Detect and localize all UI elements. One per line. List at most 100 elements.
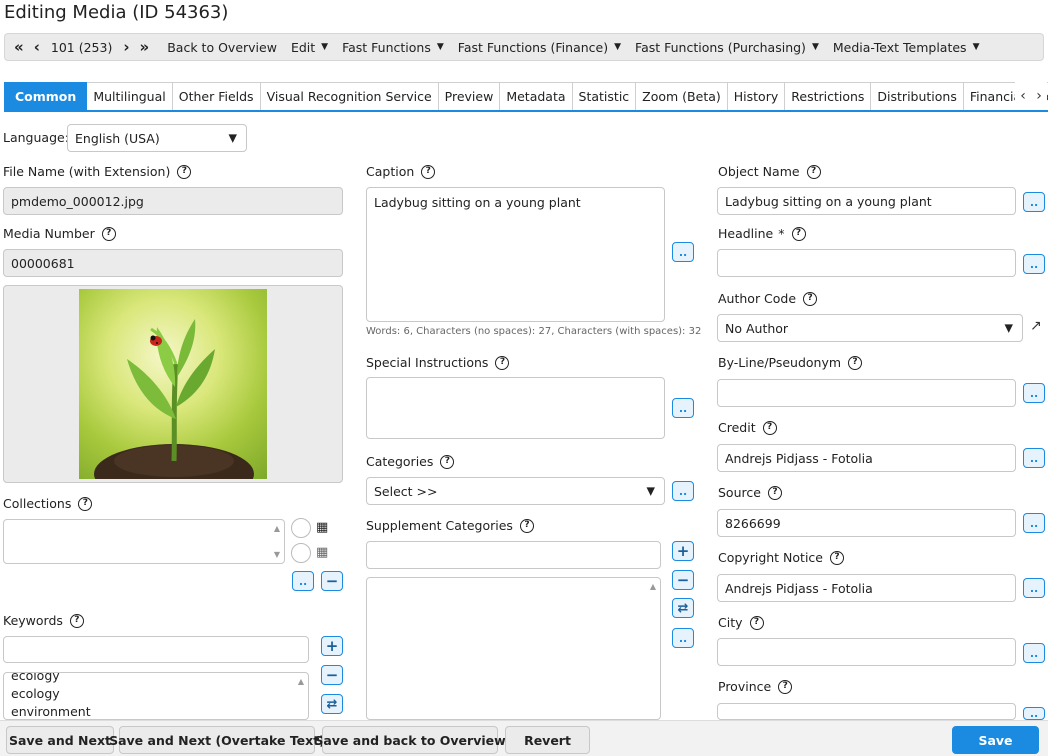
media-text-templates-menu[interactable]: Media-Text Templates ▼: [826, 34, 987, 60]
last-record-button[interactable]: »: [135, 34, 155, 60]
collection-mode-radio-partial[interactable]: [291, 543, 311, 563]
scroll-up-icon[interactable]: ▲: [298, 677, 304, 686]
object-name-browse-button[interactable]: ..: [1023, 192, 1045, 212]
scroll-up-icon[interactable]: ▲: [650, 582, 656, 591]
help-icon[interactable]: ?: [762, 420, 777, 435]
city-browse-button[interactable]: ..: [1023, 643, 1045, 663]
save-button[interactable]: Save: [952, 726, 1039, 754]
collections-remove-button[interactable]: −: [321, 571, 343, 591]
source-field[interactable]: 8266699: [717, 509, 1016, 537]
city-field[interactable]: [717, 638, 1016, 666]
scroll-down-icon[interactable]: ▼: [274, 550, 280, 559]
fast-functions-purchasing-menu[interactable]: Fast Functions (Purchasing) ▼: [628, 34, 826, 60]
headline-label-text: Headline: [718, 226, 774, 241]
help-icon[interactable]: ?: [69, 613, 84, 628]
caption-browse-button[interactable]: ..: [672, 242, 694, 262]
help-icon[interactable]: ?: [778, 679, 793, 694]
tab-history[interactable]: History: [727, 82, 786, 110]
previous-record-button[interactable]: ‹: [29, 34, 45, 60]
province-browse-button[interactable]: ..: [1023, 707, 1045, 720]
collection-mode-radio-all[interactable]: [291, 518, 311, 538]
supplement-browse-button[interactable]: ..: [672, 628, 694, 648]
media-number-field[interactable]: 00000681: [3, 249, 343, 277]
tab-zoom[interactable]: Zoom (Beta): [636, 82, 728, 110]
help-icon[interactable]: ?: [848, 355, 863, 370]
edit-menu[interactable]: Edit ▼: [284, 34, 335, 60]
tab-visual-recognition-service[interactable]: Visual Recognition Service: [260, 82, 439, 110]
copyright-browse-button[interactable]: ..: [1023, 578, 1045, 598]
fast-functions-menu[interactable]: Fast Functions ▼: [335, 34, 451, 60]
credit-field[interactable]: Andrejs Pidjass - Fotolia: [717, 444, 1016, 472]
supplement-category-input[interactable]: [366, 541, 661, 569]
help-icon[interactable]: ?: [101, 226, 116, 241]
save-and-next-overtake-button[interactable]: Save and Next (Overtake Text): [109, 726, 325, 754]
help-icon[interactable]: ?: [421, 164, 436, 179]
keyword-item[interactable]: environment: [4, 703, 308, 719]
fast-functions-finance-menu[interactable]: Fast Functions (Finance) ▼: [451, 34, 628, 60]
collections-list[interactable]: ▲ ▼: [3, 519, 285, 564]
save-and-back-button[interactable]: Save and back to Overview: [314, 726, 506, 754]
next-record-button[interactable]: ›: [118, 34, 134, 60]
supplement-categories-list[interactable]: ▲: [366, 577, 661, 720]
tab-restrictions[interactable]: Restrictions: [785, 82, 872, 110]
media-preview-image[interactable]: [79, 289, 267, 479]
keyword-remove-button[interactable]: −: [321, 665, 343, 685]
tab-metadata[interactable]: Metadata: [500, 82, 573, 110]
supplement-add-button[interactable]: +: [672, 541, 694, 561]
tab-scroll-left-icon[interactable]: ‹: [1015, 82, 1031, 110]
help-icon[interactable]: ?: [830, 550, 844, 565]
province-field[interactable]: [717, 703, 1016, 720]
credit-browse-button[interactable]: ..: [1023, 448, 1045, 468]
keyword-add-button[interactable]: +: [321, 636, 343, 656]
city-label: City ?: [718, 615, 764, 630]
help-icon[interactable]: ?: [767, 485, 782, 500]
caption-textarea[interactable]: Ladybug sitting on a young plant: [366, 187, 665, 322]
scroll-up-icon[interactable]: ▲: [274, 524, 280, 533]
back-to-overview-button[interactable]: Back to Overview: [160, 34, 284, 60]
byline-field[interactable]: [717, 379, 1016, 407]
byline-browse-button[interactable]: ..: [1023, 383, 1045, 403]
keyword-input[interactable]: [3, 636, 309, 663]
help-icon[interactable]: ?: [791, 226, 806, 241]
keyword-item[interactable]: ecology: [4, 673, 308, 685]
help-icon[interactable]: ?: [803, 291, 818, 306]
help-icon[interactable]: ?: [806, 164, 821, 179]
tab-common[interactable]: Common: [4, 82, 88, 110]
special-instructions-browse-button[interactable]: ..: [672, 398, 694, 418]
help-icon[interactable]: ?: [78, 496, 93, 511]
help-icon[interactable]: ?: [749, 615, 764, 630]
categories-browse-button[interactable]: ..: [672, 481, 694, 501]
supplement-swap-button[interactable]: ⇄: [672, 598, 694, 618]
tab-other-fields[interactable]: Other Fields: [172, 82, 261, 110]
tab-distributions[interactable]: Distributions: [871, 82, 964, 110]
tab-multilingual[interactable]: Multilingual: [87, 82, 173, 110]
file-name-field[interactable]: pmdemo_000012.jpg: [3, 187, 343, 215]
source-browse-button[interactable]: ..: [1023, 513, 1045, 533]
help-icon[interactable]: ?: [440, 454, 455, 469]
revert-button[interactable]: Revert: [505, 726, 590, 754]
headline-browse-button[interactable]: ..: [1023, 254, 1045, 274]
headline-field[interactable]: [717, 249, 1016, 277]
supplement-remove-button[interactable]: −: [672, 570, 694, 590]
keyword-item[interactable]: ecology: [4, 685, 308, 703]
first-record-button[interactable]: «: [9, 34, 29, 60]
tab-statistic[interactable]: Statistic: [572, 82, 637, 110]
help-icon[interactable]: ?: [519, 518, 534, 533]
keyword-swap-button[interactable]: ⇄: [321, 694, 343, 714]
tab-scroll-right-icon[interactable]: ›: [1031, 82, 1047, 110]
object-name-field[interactable]: Ladybug sitting on a young plant: [717, 187, 1016, 215]
media-preview-box: [3, 285, 343, 483]
help-icon[interactable]: ?: [177, 164, 192, 179]
categories-select[interactable]: Select >> ▼: [366, 477, 665, 505]
special-instructions-textarea[interactable]: [366, 377, 665, 439]
save-and-next-button[interactable]: Save and Next: [6, 726, 114, 754]
keywords-list[interactable]: ecology ecology environment ▲: [3, 672, 309, 720]
external-link-icon[interactable]: ↗: [1030, 318, 1042, 334]
copyright-field[interactable]: Andrejs Pidjass - Fotolia: [717, 574, 1016, 602]
chevron-down-icon: ▼: [321, 42, 329, 52]
collections-browse-button[interactable]: ..: [292, 571, 314, 591]
author-code-select[interactable]: No Author ▼: [717, 314, 1023, 342]
tab-preview[interactable]: Preview: [438, 82, 501, 110]
help-icon[interactable]: ?: [495, 355, 510, 370]
language-select[interactable]: English (USA) ▼: [67, 124, 247, 152]
